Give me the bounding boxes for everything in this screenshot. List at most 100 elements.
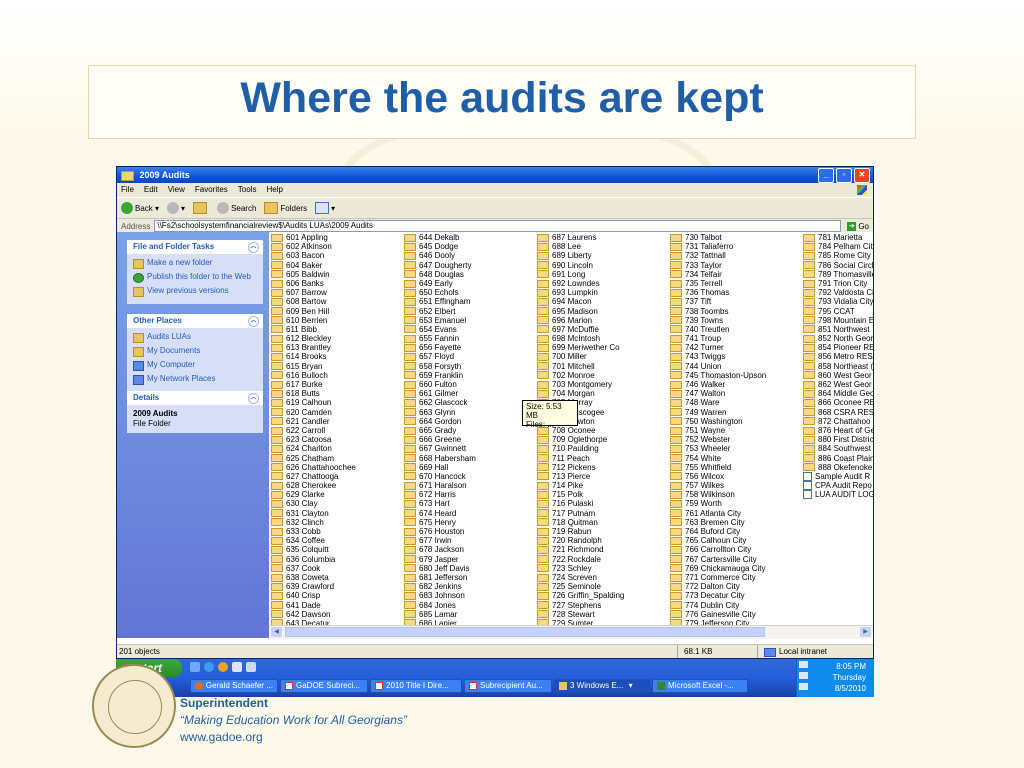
folder-item[interactable]: 854 Pioneer RE [803,343,873,352]
menu-edit[interactable]: Edit [144,183,158,197]
folder-item[interactable]: 763 Bremen City [670,518,766,527]
horizontal-scrollbar[interactable]: ◀ ▶ [269,625,873,639]
folder-item[interactable]: 743 Twiggs [670,352,766,361]
folder-item[interactable]: 631 Clayton [271,509,356,518]
folder-item[interactable]: 679 Jasper [404,555,476,564]
folder-item[interactable]: Sample Audit R [803,472,873,481]
folder-item[interactable]: 654 Evans [404,325,476,334]
folder-item[interactable]: 751 Wayne [670,426,766,435]
folder-item[interactable]: 744 Union [670,362,766,371]
folder-item[interactable]: 700 Miller [537,352,624,361]
taskbar-item[interactable]: Microsoft Excel -... [652,679,748,693]
folder-item[interactable]: 748 Ware [670,398,766,407]
folder-item[interactable]: 730 Talbot [670,233,766,242]
folder-item[interactable]: 722 Rockdale [537,555,624,564]
task-publish-folder[interactable]: Publish this folder to the Web [133,272,257,283]
folder-item[interactable]: 758 Wilkinson [670,490,766,499]
folder-item[interactable]: 733 Taylor [670,261,766,270]
forward-button[interactable]: ▾ [167,202,185,214]
folder-item[interactable]: 680 Jeff Davis [404,564,476,573]
folder-item[interactable]: 688 Lee [537,242,624,251]
folder-item[interactable]: 694 Macon [537,297,624,306]
folder-item[interactable]: 609 Ben Hill [271,307,356,316]
folder-item[interactable]: 709 Oglethorpe [537,435,624,444]
folder-item[interactable]: 644 Dekalb [404,233,476,242]
folder-item[interactable]: 681 Jefferson [404,573,476,582]
folder-item[interactable]: 789 Thomasville [803,270,873,279]
task-make-new-folder[interactable]: Make a new folder [133,258,257,269]
panel-header[interactable]: Other Places ︿ [127,314,263,328]
folder-item[interactable]: 689 Liberty [537,251,624,260]
folder-item[interactable]: 742 Turner [670,343,766,352]
folder-item[interactable]: 876 Heart of Ge [803,426,873,435]
folder-item[interactable]: 682 Jenkins [404,582,476,591]
menu-favorites[interactable]: Favorites [195,183,228,197]
folder-item[interactable]: 693 Lumpkin [537,288,624,297]
folder-item[interactable]: 773 Decatur City [670,591,766,600]
folder-item[interactable]: 734 Telfair [670,270,766,279]
folder-item[interactable]: 663 Glynn [404,408,476,417]
folder-item[interactable]: 703 Montgomery [537,380,624,389]
folder-item[interactable]: 655 Fannin [404,334,476,343]
internet-explorer-icon[interactable] [204,662,214,672]
folder-item[interactable]: 740 Treutlen [670,325,766,334]
folder-item[interactable]: 785 Rome City [803,251,873,260]
back-button[interactable]: Back ▾ [121,202,159,214]
folder-item[interactable]: 659 Franklin [404,371,476,380]
media-player-icon[interactable] [218,662,228,672]
taskbar-item[interactable]: Gerald Schaefer ... [190,679,278,693]
wireless-tray-icon[interactable] [799,672,808,679]
folder-item[interactable]: 795 CCAT [803,307,873,316]
folder-item[interactable]: 735 Terrell [670,279,766,288]
folder-item[interactable]: 739 Towns [670,316,766,325]
folder-item[interactable]: CPA Audit Repo [803,481,873,491]
volume-tray-icon[interactable] [799,683,808,690]
folder-item[interactable]: 862 West Geor [803,380,873,389]
folder-item[interactable]: 888 Okefenoke [803,463,873,472]
folder-item[interactable]: 602 Atkinson [271,242,356,251]
folder-item[interactable]: 781 Marietta [803,233,873,242]
folder-item[interactable]: 851 Northwest [803,325,873,334]
folder-item[interactable]: 860 West Geor [803,371,873,380]
collapse-icon[interactable]: ︿ [248,242,259,253]
folder-item[interactable]: 613 Brantley [271,343,356,352]
folder-item[interactable]: 784 Pelham City [803,242,873,251]
folder-item[interactable]: 852 North Geor [803,334,873,343]
folder-item[interactable]: 747 Walton [670,389,766,398]
folder-item[interactable]: 611 Bibb [271,325,356,334]
folder-item[interactable]: 652 Elbert [404,307,476,316]
email-icon[interactable] [246,662,256,672]
folders-button[interactable]: Folders [264,202,307,214]
task-view-previous-versions[interactable]: View previous versions [133,286,257,297]
folder-item[interactable]: 660 Fulton [404,380,476,389]
folder-item[interactable]: 727 Stephens [537,601,624,610]
folder-item[interactable]: 657 Floyd [404,352,476,361]
folder-item[interactable]: 647 Dougherty [404,261,476,270]
folder-item[interactable]: 662 Glascock [404,398,476,407]
folder-item[interactable]: 676 Houston [404,527,476,536]
folder-item[interactable]: 633 Cobb [271,527,356,536]
folder-item[interactable]: 653 Emanuel [404,316,476,325]
folder-item[interactable]: 665 Grady [404,426,476,435]
place-my-network-places[interactable]: My Network Places [133,374,257,385]
folder-item[interactable]: 791 Trion City [803,279,873,288]
folder-item[interactable]: 645 Dodge [404,242,476,251]
folder-item[interactable]: 717 Putnam [537,509,624,518]
folder-item[interactable]: 725 Seminole [537,582,624,591]
folder-item[interactable]: 741 Troup [670,334,766,343]
folder-item[interactable]: 666 Greene [404,435,476,444]
folder-item[interactable]: 701 Mitchell [537,362,624,371]
folder-item[interactable]: 720 Randolph [537,536,624,545]
folder-item[interactable]: 656 Fayette [404,343,476,352]
menu-help[interactable]: Help [266,183,282,197]
folder-item[interactable]: 634 Coffee [271,536,356,545]
go-button[interactable]: ➔ Go [847,221,869,231]
folder-item[interactable]: 691 Long [537,270,624,279]
maximize-button[interactable]: ▫ [836,168,852,183]
folder-item[interactable]: 731 Taliaferro [670,242,766,251]
window-titlebar[interactable]: 2009 Audits _ ▫ ✕ [117,167,873,183]
folder-item[interactable]: 702 Monroe [537,371,624,380]
folder-item[interactable]: 671 Haralson [404,481,476,490]
folder-item[interactable]: 619 Calhoun [271,398,356,407]
taskbar-item[interactable]: Subrecipient Au... [464,679,552,693]
